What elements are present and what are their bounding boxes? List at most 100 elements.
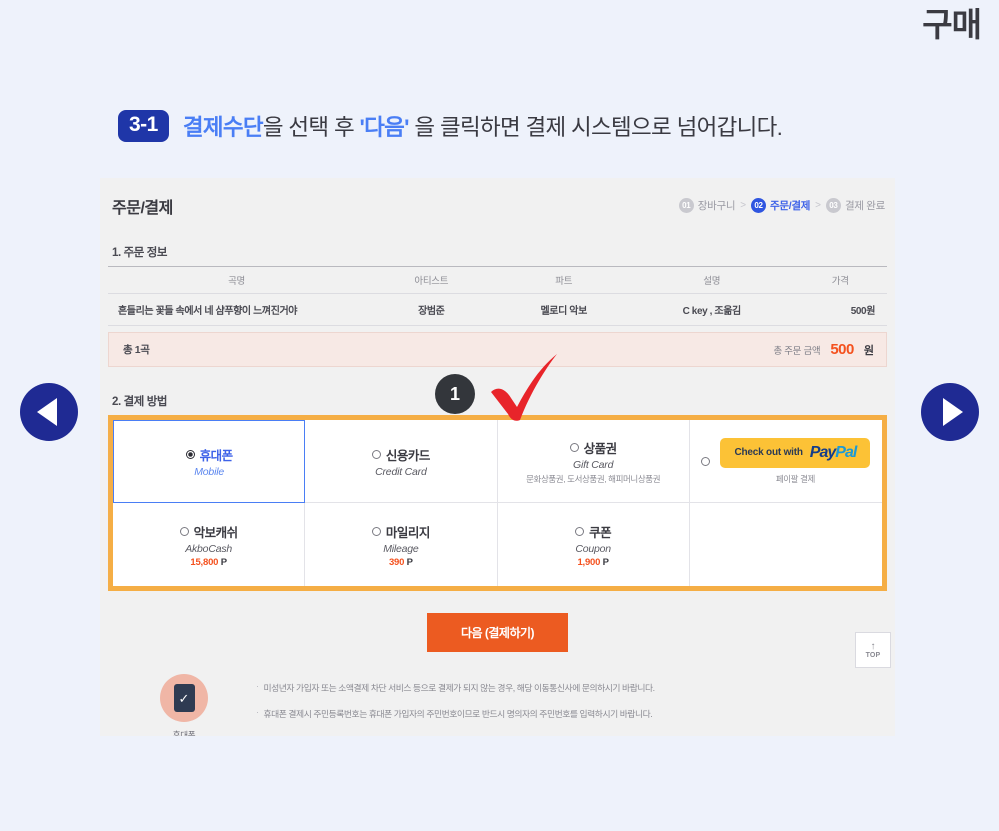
headline-plain-2: 을 클릭하면 결제 시스템으로 넘어갑니다. bbox=[408, 115, 783, 140]
payment-option-name-row: 쿠폰 bbox=[575, 522, 612, 541]
radio-icon[interactable] bbox=[185, 450, 195, 459]
chevron-left-icon bbox=[37, 398, 57, 426]
paypal-checkout-button[interactable]: Check out with PayPal bbox=[720, 437, 871, 468]
points-value: 1,900 bbox=[577, 556, 601, 568]
annotation-checkmark-icon bbox=[491, 354, 557, 421]
radio-icon[interactable] bbox=[575, 526, 585, 536]
points-value: 390 bbox=[388, 556, 405, 568]
annotation-badge-1: 1 bbox=[435, 374, 475, 414]
payment-option-points: 1,900 P bbox=[577, 556, 609, 568]
payment-option-paypal[interactable]: Check out with PayPal 페이팔 결제 bbox=[689, 420, 882, 503]
radio-icon[interactable] bbox=[179, 526, 189, 536]
breadcrumb-separator: > bbox=[740, 200, 747, 211]
prev-slide-button[interactable] bbox=[20, 383, 78, 441]
chevron-right-icon bbox=[942, 398, 963, 426]
payment-option-sublabel: Mobile bbox=[194, 466, 224, 478]
headline-text: 결제수단을 선택 후 '다음' 을 클릭하면 결제 시스템으로 넘어갑니다. bbox=[182, 110, 783, 142]
breadcrumb-step-complete[interactable]: 03 결제 완료 bbox=[825, 198, 885, 213]
radio-icon[interactable] bbox=[701, 456, 711, 466]
scroll-to-top-button[interactable]: ↑ TOP bbox=[855, 632, 891, 668]
payment-option-empty bbox=[689, 503, 882, 586]
paypal-logo-pay: Pay bbox=[809, 443, 836, 461]
total-amount-value: 500 bbox=[830, 341, 854, 358]
order-table: 곡명 아티스트 파트 설명 가격 흔들리는 꽃들 속에서 네 샴푸향이 느껴진거… bbox=[108, 266, 887, 326]
breadcrumb-step-order[interactable]: 02 주문/결제 bbox=[751, 198, 810, 213]
step-label: 주문/결제 bbox=[770, 200, 811, 212]
col-header-price: 가격 bbox=[793, 266, 887, 294]
payment-option-note: 문화상품권, 도서상품권, 해피머니상품권 bbox=[526, 473, 661, 484]
next-payment-button[interactable]: 다음 (결제하기) bbox=[426, 613, 569, 652]
notice-text: 휴대폰 결제시 주민등록번호는 휴대폰 가입자의 주민번호이므로 반드시 명의자… bbox=[263, 709, 653, 719]
step-label: 장바구니 bbox=[697, 200, 736, 212]
payment-option-sublabel: Coupon bbox=[575, 542, 611, 555]
cell-price: 500원 bbox=[793, 293, 887, 326]
mobile-payment-guide-label: 휴대폰 결제안내 bbox=[169, 729, 199, 736]
headline-plain-1: 을 선택 후 bbox=[262, 115, 360, 140]
cell-part: 멜로디 악보 bbox=[497, 293, 630, 326]
radio-icon[interactable] bbox=[371, 526, 381, 536]
notice-item: · 휴대폰 결제시 주민등록번호는 휴대폰 가입자의 주민번호이므로 반드시 명… bbox=[256, 707, 655, 720]
radio-icon[interactable] bbox=[569, 442, 579, 452]
points-unit: P bbox=[406, 556, 413, 568]
payment-option-label: 신용카드 bbox=[385, 448, 431, 463]
payment-option-name-row: 마일리지 bbox=[371, 522, 431, 541]
checkout-card: 주문/결제 01 장바구니 > 02 주문/결제 > 03 결제 완료 1. 주… bbox=[100, 178, 895, 736]
payment-option-label: 마일리지 bbox=[385, 525, 431, 540]
total-currency: 원 bbox=[863, 345, 874, 357]
payment-option-name-row: 휴대폰 bbox=[185, 445, 234, 464]
payment-method-highlight-box: 휴대폰 Mobile 신용카드 Credit Card 상품권 Gift Car… bbox=[108, 415, 887, 591]
col-header-title: 곡명 bbox=[108, 266, 366, 294]
arrow-up-icon: ↑ bbox=[870, 640, 876, 652]
payment-option-name-row: 상품권 bbox=[569, 438, 618, 457]
payment-option-akbocash[interactable]: 악보캐쉬 AkboCash 15,800 P bbox=[113, 503, 306, 586]
cell-artist: 장범준 bbox=[365, 293, 498, 326]
step-badge: 3-1 bbox=[118, 110, 169, 142]
paypal-logo-pal: Pal bbox=[835, 443, 857, 461]
points-unit: P bbox=[602, 556, 609, 568]
payment-option-points: 390 P bbox=[389, 557, 413, 568]
payment-method-grid: 휴대폰 Mobile 신용카드 Credit Card 상품권 Gift Car… bbox=[113, 420, 882, 586]
table-header-row: 곡명 아티스트 파트 설명 가격 bbox=[108, 266, 887, 294]
payment-option-sublabel: Gift Card bbox=[573, 458, 614, 471]
payment-option-mileage[interactable]: 마일리지 Mileage 390 P bbox=[305, 503, 498, 586]
payment-option-coupon[interactable]: 쿠폰 Coupon 1,900 P bbox=[497, 503, 690, 586]
total-song-count: 총 1곡 bbox=[123, 344, 150, 356]
payment-notice-area: ✓ 휴대폰 결제안내 · 미성년자 가입자 또는 소액결제 차단 서비스 등으로… bbox=[108, 632, 891, 736]
notice-item: · 미성년자 가입자 또는 소액결제 차단 서비스 등으로 결제가 되지 않는 … bbox=[256, 681, 655, 694]
payment-option-label: 휴대폰 bbox=[199, 449, 234, 463]
payment-option-label: 상품권 bbox=[583, 441, 618, 456]
payment-option-mobile[interactable]: 휴대폰 Mobile bbox=[113, 420, 306, 503]
radio-icon[interactable] bbox=[371, 449, 381, 459]
table-row: 흔들리는 꽃들 속에서 네 샴푸향이 느껴진거야 장범준 멜로디 악보 C ke… bbox=[108, 293, 887, 326]
points-value: 15,800 bbox=[190, 556, 219, 568]
top-button-label: TOP bbox=[865, 651, 881, 659]
payment-option-sublabel: AkboCash bbox=[185, 542, 233, 555]
headline-keyword-1: 결제수단 bbox=[182, 115, 264, 140]
notice-text: 미성년자 가입자 또는 소액결제 차단 서비스 등으로 결제가 되지 않는 경우… bbox=[263, 683, 655, 693]
payment-option-sublabel: Credit Card bbox=[375, 465, 427, 478]
next-slide-button[interactable] bbox=[921, 383, 979, 441]
paypal-button-label: Check out with bbox=[734, 447, 803, 458]
payment-option-name-row: 신용카드 bbox=[371, 445, 431, 464]
paypal-logo: PayPal bbox=[809, 443, 857, 462]
payment-option-name-row: 악보캐쉬 bbox=[179, 522, 239, 541]
cell-description: C key , 조옮김 bbox=[629, 293, 794, 326]
cell-song-title: 흔들리는 꽃들 속에서 네 샴푸향이 느껴진거야 bbox=[108, 293, 366, 326]
col-header-desc: 설명 bbox=[629, 266, 794, 294]
brand-logo: 구매 bbox=[922, 6, 982, 43]
payment-option-credit-card[interactable]: 신용카드 Credit Card bbox=[305, 420, 498, 503]
section-order-info-label: 1. 주문 정보 bbox=[112, 247, 168, 259]
payment-option-sublabel: Mileage bbox=[383, 542, 419, 555]
mobile-payment-guide[interactable]: ✓ 휴대폰 결제안내 bbox=[160, 674, 208, 736]
payment-option-label: 쿠폰 bbox=[589, 525, 612, 540]
breadcrumb: 01 장바구니 > 02 주문/결제 > 03 결제 완료 bbox=[678, 198, 885, 213]
step-label: 결제 완료 bbox=[844, 200, 885, 212]
paypal-caption: 페이팔 결제 bbox=[775, 473, 815, 484]
headline: 3-1 결제수단을 선택 후 '다음' 을 클릭하면 결제 시스템으로 넘어갑니… bbox=[118, 110, 783, 142]
breadcrumb-step-cart[interactable]: 01 장바구니 bbox=[678, 198, 736, 213]
payment-option-gift-card[interactable]: 상품권 Gift Card 문화상품권, 도서상품권, 해피머니상품권 bbox=[497, 420, 690, 503]
step-number: 02 bbox=[751, 198, 767, 213]
payment-option-label: 악보캐쉬 bbox=[193, 525, 239, 540]
col-header-artist: 아티스트 bbox=[365, 266, 498, 294]
step-number: 03 bbox=[825, 198, 841, 213]
